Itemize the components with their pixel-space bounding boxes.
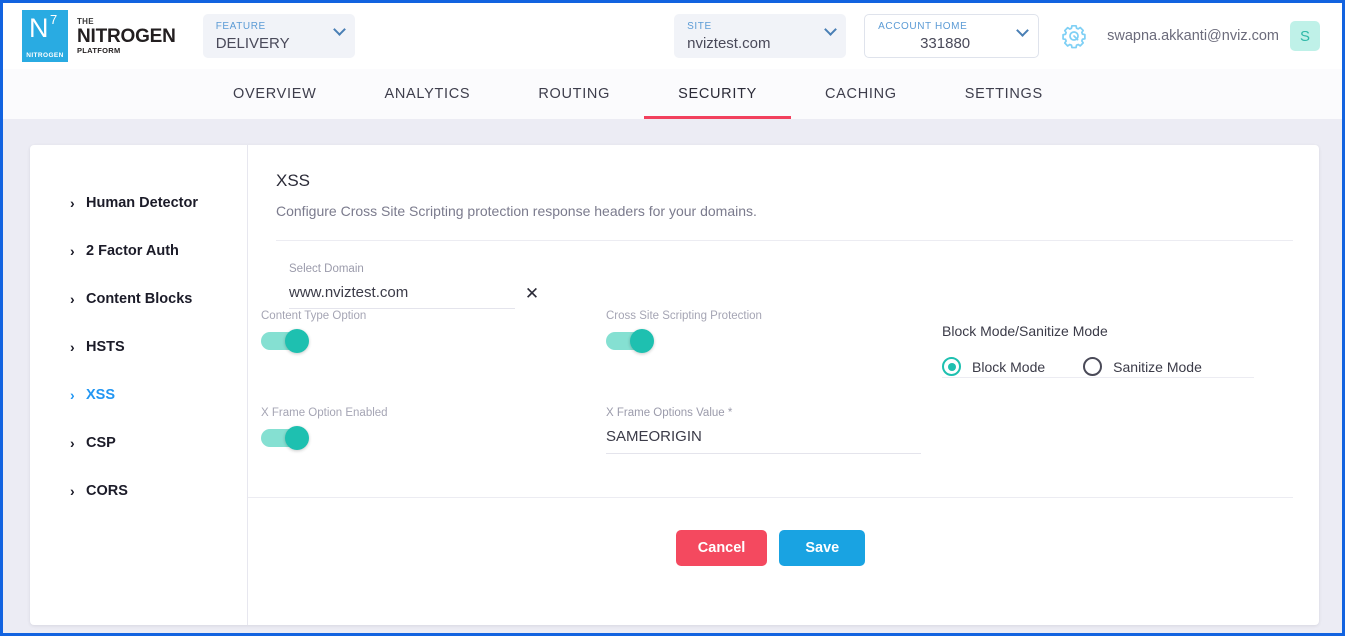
chevron-right-icon: › [70,387,86,403]
x-frame-option-enabled-toggle[interactable] [261,429,307,447]
sidebar-item-label: CORS [86,483,128,499]
top-header-bar: N 7 NITROGEN THE NITROGEN PLATFORM FEATU… [3,3,1342,69]
nitrogen-logo-mark-icon: N 7 NITROGEN [22,10,68,62]
radio-block-mode[interactable]: Block Mode [942,357,1045,376]
x-frame-options-value-label: X Frame Options Value * [606,407,921,419]
sidebar-item-human-detector[interactable]: › Human Detector [30,179,247,227]
xss-protection-group: Cross Site Scripting Protection [606,310,926,350]
xss-protection-label: Cross Site Scripting Protection [606,310,926,322]
tab-security[interactable]: SECURITY [644,69,791,119]
select-domain-value[interactable]: www.nviztest.com [289,284,515,309]
logo-line-the: THE [77,18,176,26]
chevron-right-icon: › [70,243,86,259]
radio-selected-icon[interactable] [942,357,961,376]
radio-sanitize-mode-label: Sanitize Mode [1113,359,1202,375]
select-domain-field[interactable]: Select Domain www.nviztest.com ✕ [289,241,515,309]
tab-settings[interactable]: SETTINGS [931,69,1077,119]
block-sanitize-mode-title: Block Mode/Sanitize Mode [942,323,1260,339]
nitrogen-logo-wordmark: THE NITROGEN PLATFORM [77,18,176,55]
sidebar-item-label: Human Detector [86,195,198,211]
xss-protection-toggle[interactable] [606,332,652,350]
form-actions: Cancel Save [248,530,1293,566]
sidebar-item-cors[interactable]: › CORS [30,467,247,515]
x-frame-options-value-input[interactable]: SAMEORIGIN [606,428,921,454]
save-button[interactable]: Save [779,530,865,566]
site-selector-label: SITE [687,21,834,32]
sidebar-item-csp[interactable]: › CSP [30,419,247,467]
avatar[interactable]: S [1290,21,1320,51]
sidebar-item-content-blocks[interactable]: › Content Blocks [30,275,247,323]
radio-unselected-icon[interactable] [1083,357,1102,376]
divider [942,377,1254,378]
page-subtitle: Configure Cross Site Scripting protectio… [276,203,1293,219]
sidebar-item-xss[interactable]: › XSS [30,371,247,419]
sidebar-item-label: CSP [86,435,116,451]
sidebar-item-label: XSS [86,387,115,403]
mode-radio-list: Block Mode Sanitize Mode [942,357,1260,376]
logo-mark-word: NITROGEN [22,52,68,59]
site-selector-value: nviztest.com [687,35,834,52]
account-home-selector-value: 331880 [878,35,1026,52]
content-type-option-label: Content Type Option [261,310,581,322]
cancel-button[interactable]: Cancel [676,530,768,566]
x-frame-options-value-group: X Frame Options Value * SAMEORIGIN [606,407,926,454]
nitrogen-logo[interactable]: N 7 NITROGEN THE NITROGEN PLATFORM [22,10,176,62]
page-title: XSS [276,171,1293,191]
x-frame-options-value-field[interactable]: X Frame Options Value * SAMEORIGIN [606,407,921,454]
user-email-label: swapna.akkanti@nviz.com [1107,28,1279,44]
x-frame-option-enabled-label: X Frame Option Enabled [261,407,581,419]
browser-capture-frame: N 7 NITROGEN THE NITROGEN PLATFORM FEATU… [0,0,1345,636]
toggle-knob [285,329,309,353]
header-right-group: SITE nviztest.com ACCOUNT HOME 331880 sw… [674,14,1342,58]
radio-sanitize-mode[interactable]: Sanitize Mode [1083,357,1202,376]
logo-superscript-seven: 7 [50,13,57,26]
security-settings-card: › Human Detector › 2 Factor Auth › Conte… [30,145,1319,625]
gear-icon[interactable] [1061,23,1087,49]
select-domain-label: Select Domain [289,263,515,275]
block-sanitize-mode-group: Block Mode/Sanitize Mode Block Mode Sani… [942,323,1260,376]
logo-line-nitrogen: NITROGEN [77,27,176,46]
feature-selector-value: DELIVERY [216,35,343,52]
toggle-knob [630,329,654,353]
chevron-right-icon: › [70,339,86,355]
sidebar-item-2-factor-auth[interactable]: › 2 Factor Auth [30,227,247,275]
xss-panel: XSS Configure Cross Site Scripting prote… [248,145,1319,625]
tab-analytics[interactable]: ANALYTICS [351,69,505,119]
content-type-option-group: Content Type Option [261,310,581,350]
sidebar-item-label: Content Blocks [86,291,192,307]
tab-caching[interactable]: CACHING [791,69,931,119]
feature-selector-label: FEATURE [216,21,343,32]
logo-letter-n: N [29,15,49,42]
toggle-knob [285,426,309,450]
feature-selector[interactable]: FEATURE DELIVERY [203,14,355,58]
sidebar-item-label: HSTS [86,339,125,355]
account-home-selector[interactable]: ACCOUNT HOME 331880 [864,14,1039,58]
sidebar-item-label: 2 Factor Auth [86,243,179,259]
main-nav-tabs: OVERVIEW ANALYTICS ROUTING SECURITY CACH… [3,69,1342,119]
sidebar-item-hsts[interactable]: › HSTS [30,323,247,371]
tab-routing[interactable]: ROUTING [504,69,644,119]
chevron-right-icon: › [70,483,86,499]
content-type-option-toggle[interactable] [261,332,307,350]
security-sidebar: › Human Detector › 2 Factor Auth › Conte… [30,145,248,625]
divider [248,497,1293,498]
chevron-right-icon: › [70,435,86,451]
site-selector[interactable]: SITE nviztest.com [674,14,846,58]
close-icon[interactable]: ✕ [523,285,541,303]
x-frame-option-enabled-group: X Frame Option Enabled [261,407,581,447]
radio-block-mode-label: Block Mode [972,359,1045,375]
chevron-right-icon: › [70,195,86,211]
chevron-right-icon: › [70,291,86,307]
tab-overview[interactable]: OVERVIEW [199,69,351,119]
logo-line-platform: PLATFORM [77,47,176,55]
account-home-selector-label: ACCOUNT HOME [878,21,1026,32]
